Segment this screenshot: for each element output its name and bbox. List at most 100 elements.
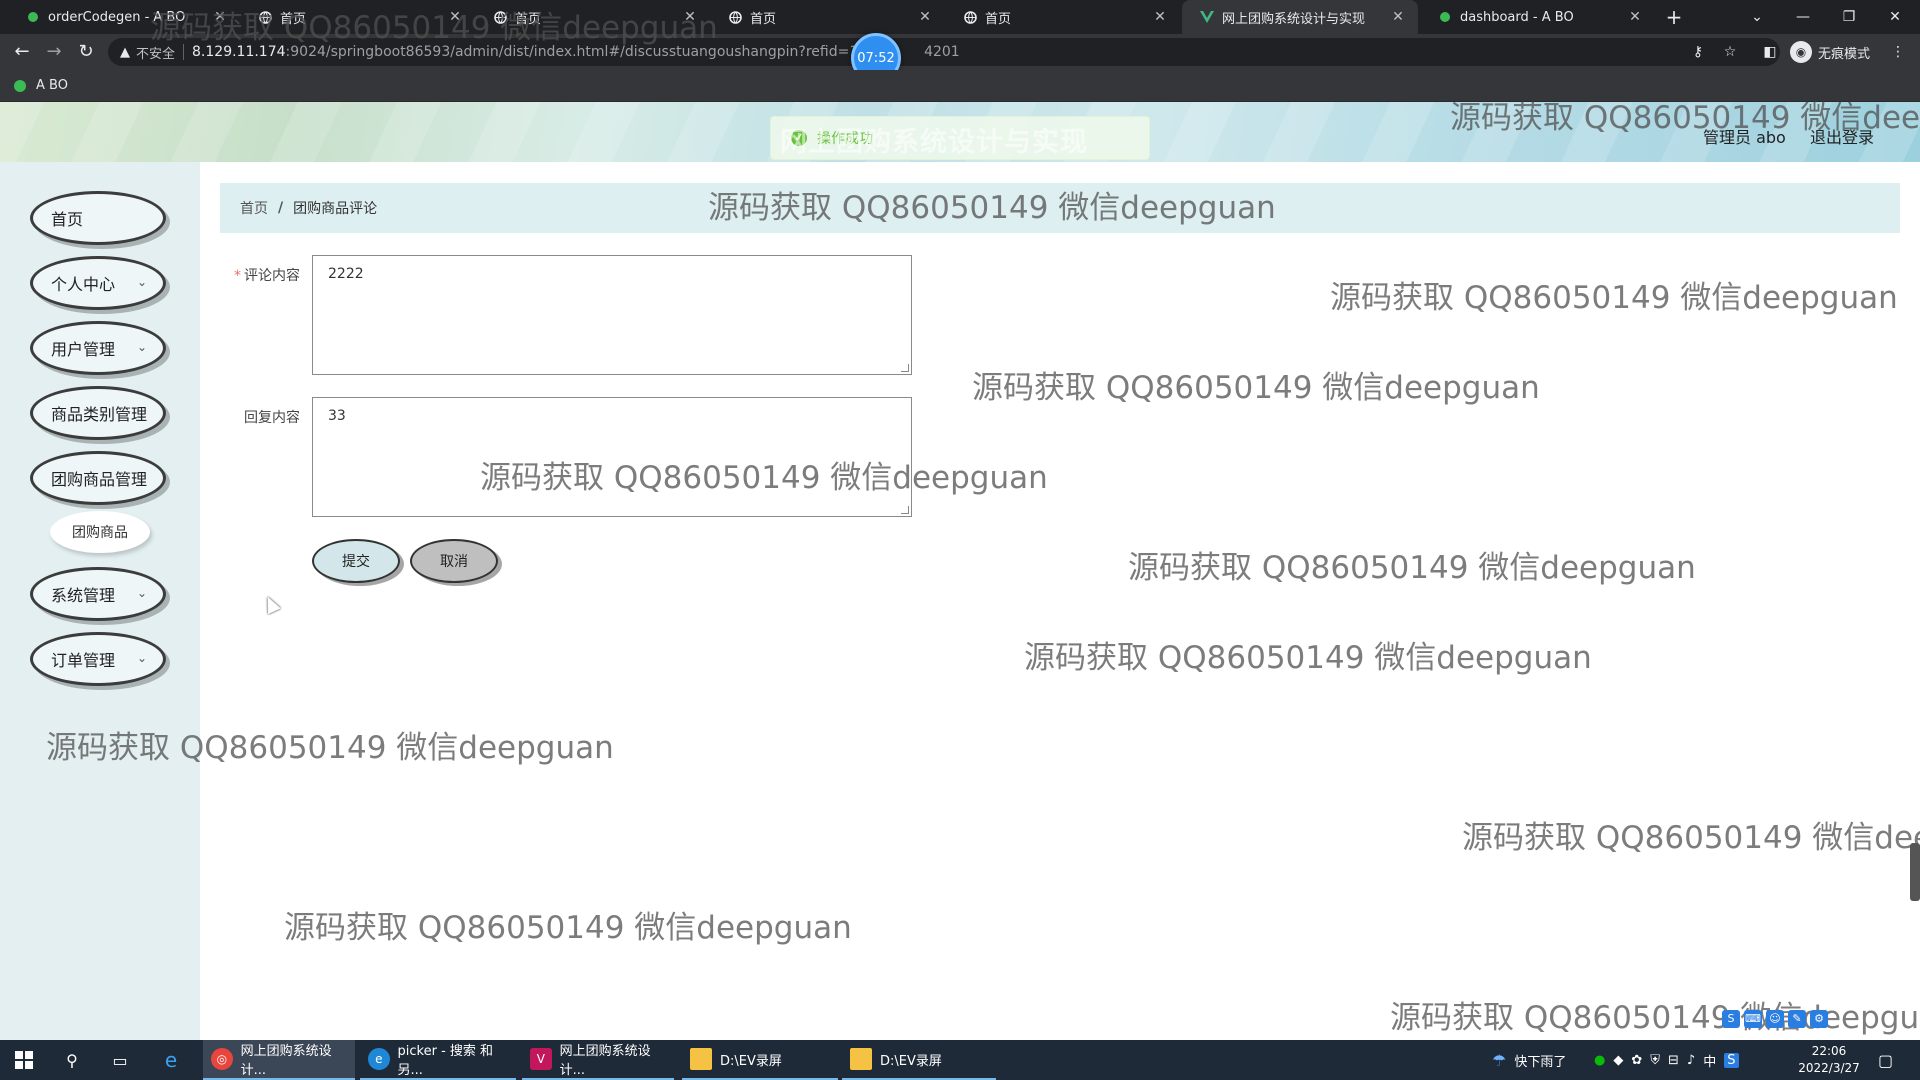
resize-handle-icon[interactable]: [901, 364, 909, 372]
close-icon[interactable]: ✕: [1627, 9, 1643, 25]
volume-icon[interactable]: ♪: [1687, 1053, 1695, 1068]
breadcrumb-current: 团购商品评论: [293, 201, 378, 217]
clock[interactable]: 22:06 2022/3/27: [1788, 1043, 1870, 1077]
reply-textarea[interactable]: 33: [312, 397, 912, 517]
ie-icon[interactable]: e: [158, 1040, 184, 1080]
app-tray-icon[interactable]: ✿: [1631, 1053, 1642, 1068]
sidebar-subitem-group-products[interactable]: 团购商品: [50, 511, 150, 553]
weather-label: 快下雨了: [1514, 1054, 1567, 1070]
tab-search-icon[interactable]: ⌄: [1734, 0, 1780, 34]
ime-icon[interactable]: ⌨: [1744, 1010, 1762, 1028]
ime-icon[interactable]: ⚙: [1810, 1010, 1828, 1028]
menu-icon[interactable]: ⋮: [1888, 42, 1908, 62]
sidepanel-icon[interactable]: ◧: [1760, 42, 1780, 62]
sidebar-item-label: 订单管理: [51, 651, 116, 670]
browser-tab[interactable]: 首页 ✕: [240, 0, 475, 34]
sidebar-item-order-management[interactable]: 订单管理 ⌄: [30, 632, 166, 686]
reload-icon[interactable]: ↻: [74, 40, 98, 64]
ime-toolbar[interactable]: S ⌨ ☺ ✎ ⚙: [1722, 1010, 1828, 1028]
taskbar-app[interactable]: D:\EV录屏: [842, 1040, 996, 1080]
resize-handle-icon[interactable]: [901, 506, 909, 514]
visual-studio-icon: V: [530, 1048, 552, 1070]
start-icon[interactable]: [12, 1040, 36, 1080]
sidebar-item-home[interactable]: 首页: [30, 191, 166, 245]
close-icon[interactable]: ✕: [1152, 9, 1168, 25]
close-icon[interactable]: ✕: [917, 9, 933, 25]
comment-label-text: 评论内容: [244, 268, 300, 284]
browser-tab[interactable]: 首页 ✕: [710, 0, 945, 34]
incognito-indicator[interactable]: ◉ 无痕模式: [1790, 41, 1870, 63]
browser-tab[interactable]: 首页 ✕: [475, 0, 710, 34]
star-icon[interactable]: ☆: [1720, 42, 1740, 62]
address-bar[interactable]: ▲ 不安全 8.129.11.174 :9024/springboot86593…: [108, 38, 1780, 66]
current-user: 管理员 abo: [1703, 128, 1786, 147]
submit-button[interactable]: 提交: [312, 539, 400, 583]
close-icon[interactable]: ✕: [1390, 9, 1406, 25]
breadcrumb-home[interactable]: 首页: [240, 198, 268, 218]
task-view-icon[interactable]: ▭: [108, 1040, 132, 1080]
sidebar-item-category-management[interactable]: 商品类别管理: [30, 386, 166, 440]
ime-icon[interactable]: ☺: [1766, 1010, 1784, 1028]
sidebar-item-label: 用户管理: [51, 340, 116, 359]
taskbar: ⚲ ▭ e ◎ 网上团购系统设计... e picker - 搜索 和另... …: [0, 1040, 1920, 1080]
bookmarks-bar: A BO: [0, 70, 1920, 102]
taskbar-app[interactable]: D:\EV录屏: [682, 1040, 838, 1080]
globe-icon: [728, 10, 742, 24]
minimize-button[interactable]: —: [1780, 0, 1826, 34]
wechat-icon[interactable]: ●: [1594, 1053, 1605, 1068]
bookmark-label: A BO: [36, 78, 68, 93]
close-icon[interactable]: ✕: [212, 9, 228, 25]
sidebar-item-system-management[interactable]: 系统管理 ⌄: [30, 567, 166, 621]
incognito-icon: ◉: [1790, 41, 1812, 63]
taskbar-app[interactable]: V 网上团购系统设计...: [522, 1040, 674, 1080]
warning-icon: ▲: [120, 44, 130, 60]
chevron-down-icon: ⌄: [136, 275, 147, 289]
network-icon[interactable]: ⊟: [1668, 1053, 1679, 1068]
taskbar-app[interactable]: ◎ 网上团购系统设计...: [203, 1040, 355, 1080]
input-method-indicator[interactable]: 中: [1703, 1051, 1716, 1070]
close-window-button[interactable]: ✕: [1872, 0, 1918, 34]
new-tab-button[interactable]: +: [1661, 4, 1687, 30]
watermark: 源码获取 QQ86050149 微信deepguan: [972, 370, 1540, 406]
cancel-button[interactable]: 取消: [410, 539, 498, 583]
qq-icon[interactable]: ◆: [1613, 1053, 1623, 1068]
chrome-icon: ◎: [211, 1048, 233, 1070]
watermark: 源码获取 QQ86050149 微信deepguan: [284, 910, 852, 946]
sidebar-item-user-management[interactable]: 用户管理 ⌄: [30, 321, 166, 375]
ime-icon[interactable]: ✎: [1788, 1010, 1806, 1028]
sidebar-item-label: 系统管理: [51, 586, 116, 605]
weather-widget[interactable]: ☂ 快下雨了: [1492, 1040, 1566, 1080]
tab-label: 首页: [515, 11, 542, 27]
search-icon[interactable]: ⚲: [60, 1040, 84, 1080]
forward-icon[interactable]: →: [42, 40, 66, 64]
watermark: 源码获取 QQ86050149 微信deepguan: [1024, 640, 1592, 676]
ime-icon[interactable]: S: [1722, 1010, 1740, 1028]
tab-label: orderCodegen - A BO: [48, 9, 186, 25]
sogou-icon[interactable]: S: [1724, 1052, 1739, 1068]
browser-tab[interactable]: orderCodegen - A BO ✕: [8, 0, 240, 34]
key-icon[interactable]: ⚷: [1688, 42, 1708, 62]
browser-tab-active[interactable]: 网上团购系统设计与实现 ✕: [1182, 0, 1418, 34]
bookmark-item[interactable]: A BO: [14, 78, 68, 93]
restore-button[interactable]: ❐: [1826, 0, 1872, 34]
shield-icon[interactable]: ⛨: [1650, 1053, 1660, 1068]
close-icon[interactable]: ✕: [447, 9, 463, 25]
comment-textarea[interactable]: 2222: [312, 255, 912, 375]
umbrella-icon: ☂: [1492, 1050, 1507, 1070]
url-path: :9024/springboot86593/admin/dist/index.h…: [285, 44, 877, 60]
sidebar-item-group-product-management[interactable]: 团购商品管理: [30, 451, 166, 505]
mouse-cursor-icon: [261, 593, 281, 615]
breadcrumb-separator: /: [278, 200, 284, 216]
close-icon[interactable]: ✕: [682, 9, 698, 25]
tab-label: 网上团购系统设计与实现: [1222, 11, 1366, 27]
browser-tab[interactable]: 首页 ✕: [945, 0, 1180, 34]
browser-tab[interactable]: dashboard - A BO ✕: [1420, 0, 1655, 34]
sidebar-item-personal-center[interactable]: 个人中心 ⌄: [30, 256, 166, 310]
side-panel-handle[interactable]: [1910, 843, 1920, 901]
app-header: ✓ 操作成功 网上团购系统设计与实现 管理员 abo 退出登录: [0, 102, 1920, 162]
logout-link[interactable]: 退出登录: [1810, 124, 1874, 148]
taskbar-app[interactable]: e picker - 搜索 和另...: [360, 1040, 516, 1080]
incognito-label: 无痕模式: [1818, 46, 1871, 62]
notification-icon[interactable]: ▢: [1878, 1040, 1893, 1080]
back-icon[interactable]: ←: [10, 40, 34, 64]
